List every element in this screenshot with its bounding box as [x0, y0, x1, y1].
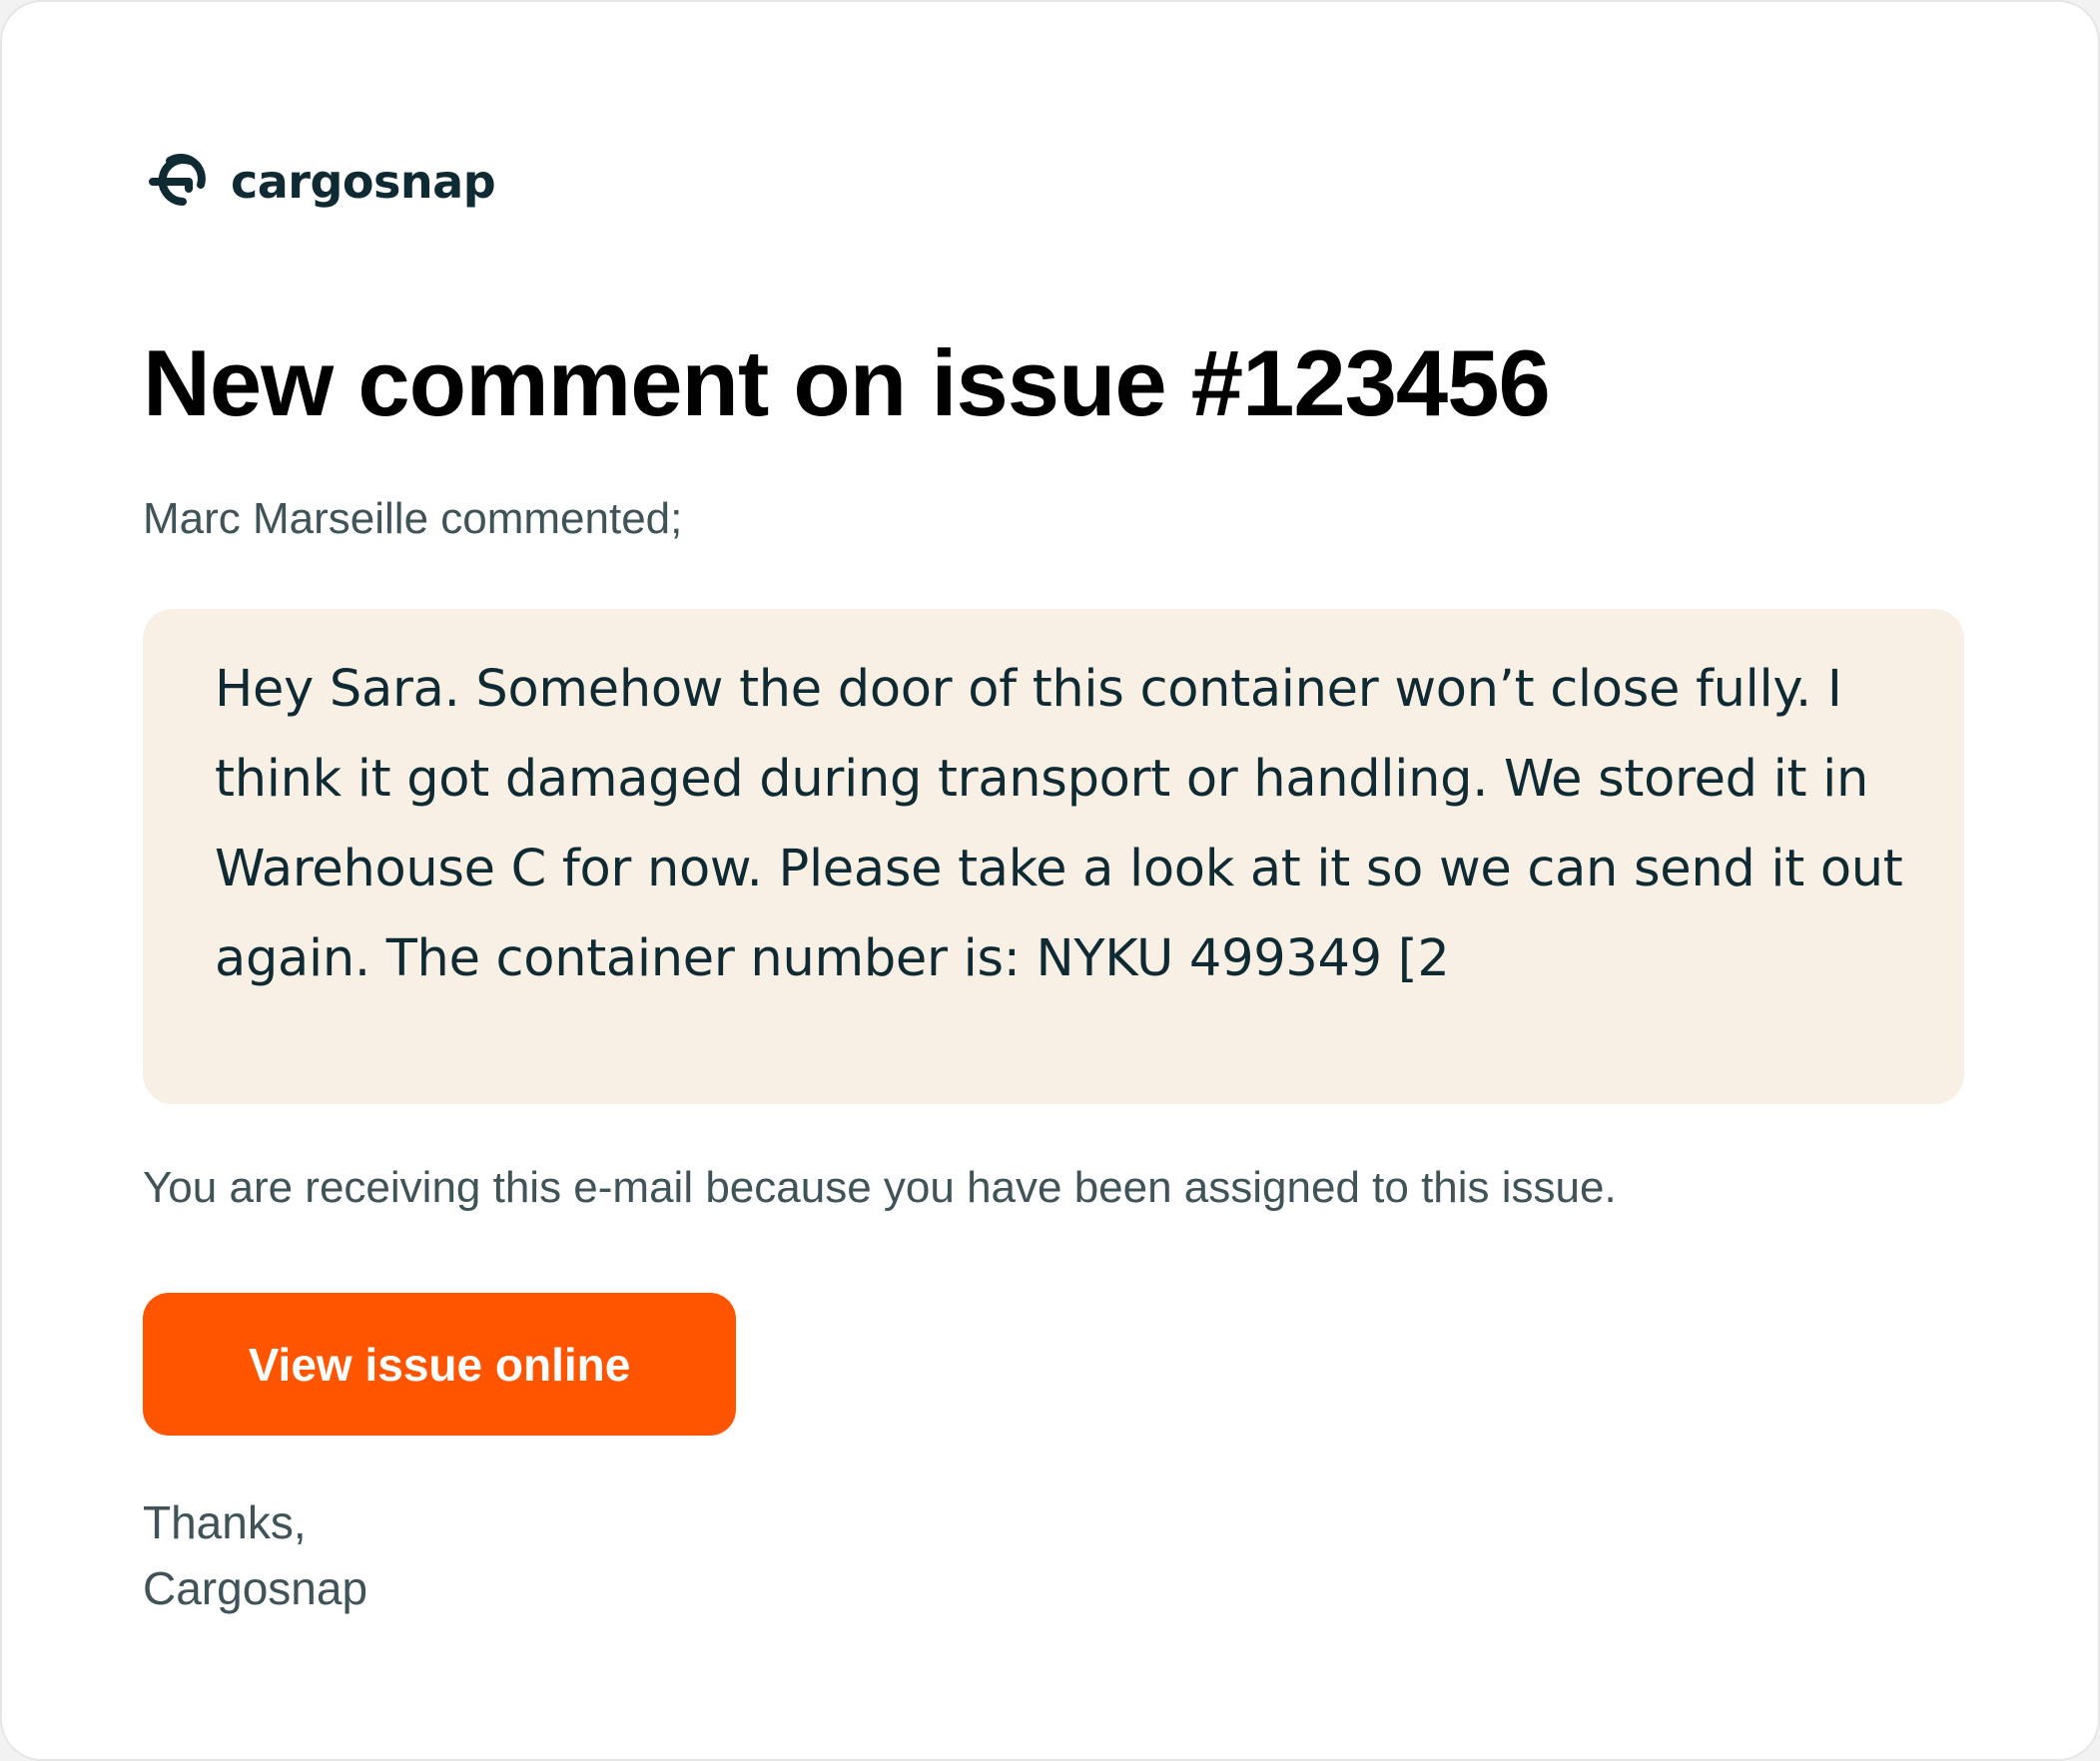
- view-issue-button[interactable]: View issue online: [143, 1293, 736, 1436]
- signoff-sender: Cargosnap: [143, 1562, 368, 1614]
- cargosnap-logo[interactable]: cargosnap: [143, 145, 496, 219]
- signoff-thanks: Thanks,: [143, 1496, 307, 1548]
- signoff: Thanks, Cargosnap: [143, 1489, 367, 1621]
- assignment-notice: You are receiving this e-mail because yo…: [143, 1163, 1617, 1212]
- brand-name: cargosnap: [231, 155, 496, 209]
- cargosnap-logo-icon: [149, 153, 206, 206]
- email-title: New comment on issue #123456: [143, 330, 1551, 435]
- comment-text: Hey Sara. Somehow the door of this conta…: [215, 660, 1903, 988]
- email-card: cargosnap New comment on issue #123456 M…: [0, 0, 2100, 1761]
- comment-author-line: Marc Marseille commented;: [143, 494, 683, 543]
- comment-box: Hey Sara. Somehow the door of this conta…: [143, 609, 1964, 1104]
